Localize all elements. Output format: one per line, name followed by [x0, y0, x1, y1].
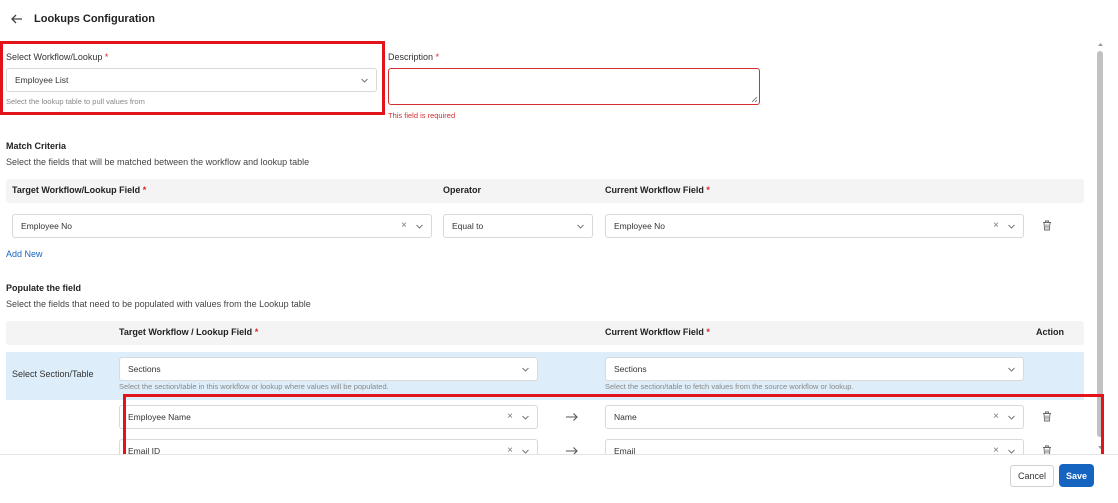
- resize-handle-icon[interactable]: [751, 96, 758, 103]
- chevron-down-icon: [522, 367, 529, 372]
- workflow-helper-text: Select the lookup table to pull values f…: [6, 97, 145, 106]
- form-scroll-area: Select Workflow/Lookup * Employee List S…: [0, 40, 1105, 454]
- clear-icon[interactable]: ×: [507, 411, 513, 423]
- section-current-select[interactable]: Sections: [605, 357, 1024, 381]
- workflow-select-value: Employee List: [15, 75, 69, 85]
- clear-icon[interactable]: ×: [401, 220, 407, 232]
- add-new-link[interactable]: Add New: [6, 249, 43, 259]
- cancel-button[interactable]: Cancel: [1010, 465, 1054, 487]
- populate-header-action: Action: [1036, 327, 1064, 337]
- header: Lookups Configuration: [0, 0, 1118, 40]
- description-error: This field is required: [388, 111, 456, 120]
- mapping-current-select[interactable]: Name ×: [605, 405, 1024, 429]
- arrow-right-icon: [566, 447, 578, 454]
- section-target-select[interactable]: Sections: [119, 357, 538, 381]
- chevron-down-icon: [1008, 367, 1015, 372]
- chevron-down-icon: [1008, 224, 1015, 229]
- chevron-down-icon: [522, 449, 529, 454]
- chevron-down-icon: [577, 224, 584, 229]
- workflow-select[interactable]: Employee List: [6, 68, 377, 92]
- section-target-value: Sections: [128, 364, 161, 374]
- scroll-thumb[interactable]: [1097, 51, 1103, 437]
- clear-icon[interactable]: ×: [993, 445, 999, 454]
- scroll-down-icon[interactable]: [1096, 443, 1105, 452]
- match-target-value: Employee No: [21, 221, 73, 231]
- match-current-select[interactable]: Employee No ×: [605, 214, 1024, 238]
- match-header-current: Current Workflow Field *: [605, 185, 710, 195]
- match-current-value: Employee No: [614, 221, 666, 231]
- populate-title: Populate the field: [6, 283, 82, 293]
- chevron-down-icon: [522, 415, 529, 420]
- section-row-label: Select Section/Table: [12, 369, 94, 379]
- mapping-current-value: Email: [614, 446, 636, 454]
- populate-header-current: Current Workflow Field *: [605, 327, 710, 337]
- description-textarea[interactable]: [388, 68, 760, 105]
- match-target-select[interactable]: Employee No ×: [12, 214, 432, 238]
- trash-icon[interactable]: [1042, 411, 1052, 422]
- section-current-helper: Select the section/table to fetch values…: [605, 382, 854, 391]
- section-target-helper: Select the section/table in this workflo…: [119, 382, 389, 391]
- arrow-left-icon[interactable]: [10, 12, 24, 26]
- workflow-label: Select Workflow/Lookup *: [6, 52, 109, 62]
- save-button[interactable]: Save: [1059, 464, 1094, 487]
- mapping-target-select[interactable]: Email ID ×: [119, 439, 538, 454]
- match-criteria-subtitle: Select the fields that will be matched b…: [6, 157, 310, 167]
- populate-subtitle: Select the fields that need to be popula…: [6, 299, 311, 309]
- scroll-up-icon[interactable]: [1096, 40, 1105, 49]
- populate-header-target: Target Workflow / Lookup Field *: [119, 327, 259, 337]
- page-title: Lookups Configuration: [34, 13, 155, 25]
- match-header-target: Target Workflow/Lookup Field *: [12, 185, 147, 195]
- mapping-current-value: Name: [614, 412, 637, 422]
- description-label: Description *: [388, 52, 440, 62]
- clear-icon[interactable]: ×: [993, 220, 999, 232]
- chevron-down-icon: [1008, 415, 1015, 420]
- lookups-configuration-page: Lookups Configuration Select Workflow/Lo…: [0, 0, 1118, 503]
- section-current-value: Sections: [614, 364, 647, 374]
- mapping-target-value: Email ID: [128, 446, 161, 454]
- footer: Cancel Save: [0, 454, 1118, 503]
- chevron-down-icon: [361, 78, 368, 83]
- operator-select[interactable]: Equal to: [443, 214, 593, 238]
- clear-icon[interactable]: ×: [993, 411, 999, 423]
- vertical-scrollbar[interactable]: [1096, 40, 1105, 454]
- trash-icon[interactable]: [1042, 445, 1052, 454]
- operator-value: Equal to: [452, 221, 484, 231]
- match-table-header: [6, 179, 1084, 203]
- chevron-down-icon: [416, 224, 423, 229]
- arrow-right-icon: [566, 413, 578, 421]
- mapping-current-select[interactable]: Email ×: [605, 439, 1024, 454]
- match-header-operator: Operator: [443, 185, 482, 195]
- trash-icon[interactable]: [1042, 220, 1052, 231]
- match-criteria-title: Match Criteria: [6, 141, 67, 151]
- mapping-target-value: Employee Name: [128, 412, 191, 422]
- chevron-down-icon: [1008, 449, 1015, 454]
- clear-icon[interactable]: ×: [507, 445, 513, 454]
- mapping-target-select[interactable]: Employee Name ×: [119, 405, 538, 429]
